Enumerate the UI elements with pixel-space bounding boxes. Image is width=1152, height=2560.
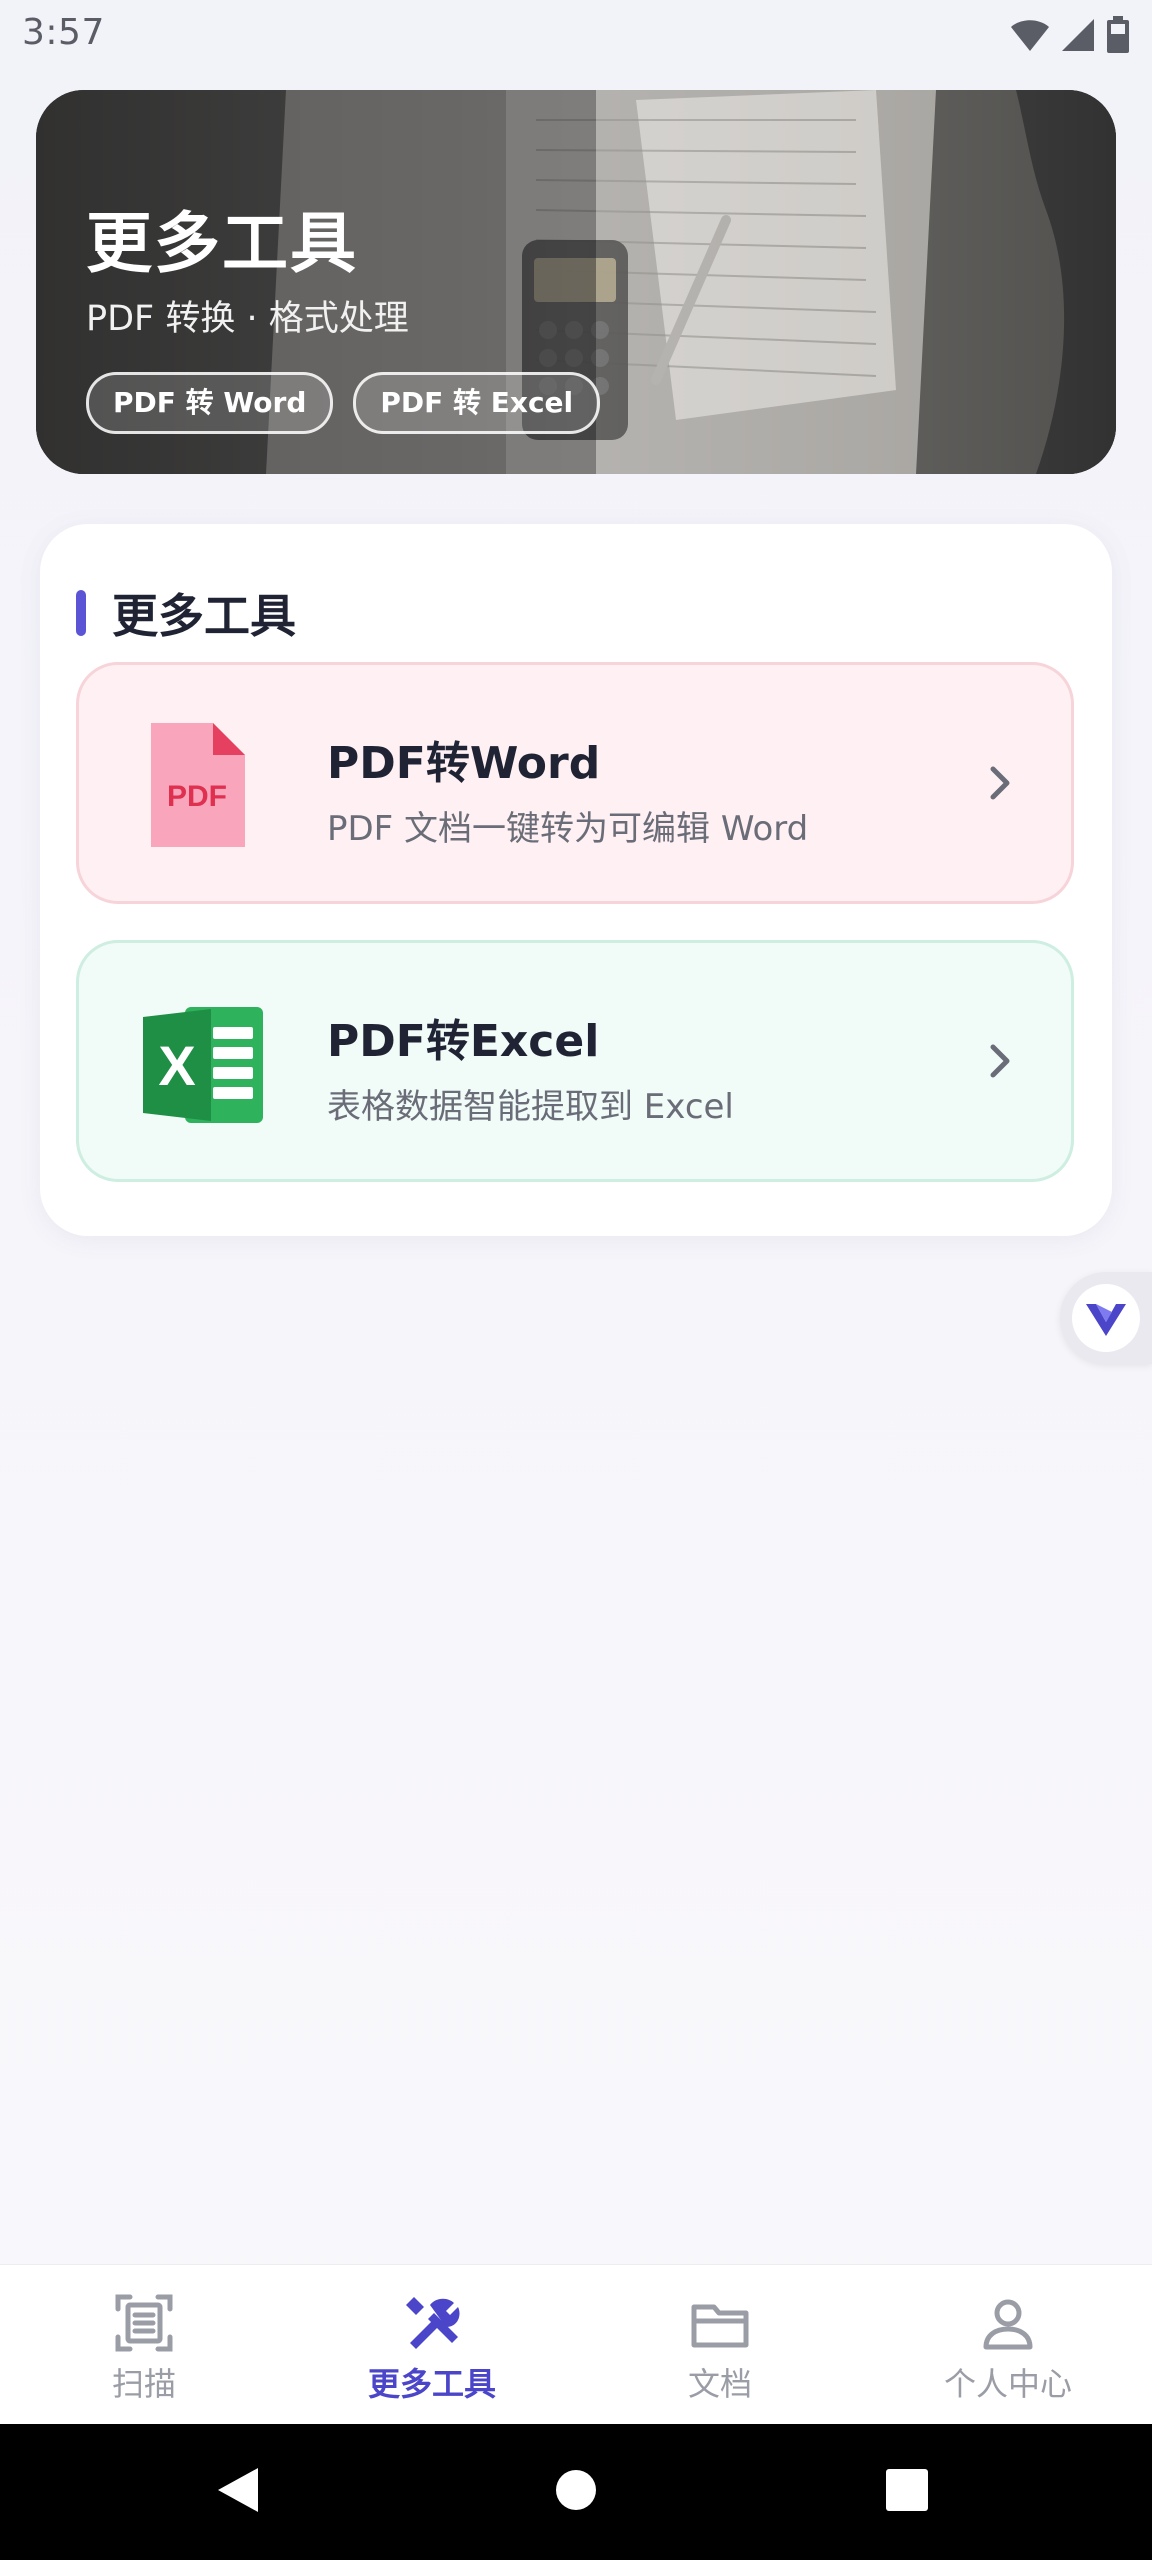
floating-assistant-button[interactable] [1060, 1272, 1152, 1364]
status-bar: 3:57 [0, 0, 1152, 72]
nav-item-documents[interactable]: 文档 [576, 2265, 864, 2425]
status-time: 3:57 [22, 12, 105, 53]
chip-pdf-to-excel[interactable]: PDF 转 Excel [353, 372, 601, 434]
chevron-right-icon [990, 766, 1010, 800]
chip-pdf-to-word[interactable]: PDF 转 Word [86, 372, 334, 434]
folder-icon [691, 2304, 749, 2348]
section-title: 更多工具 [112, 589, 296, 643]
nav-label: 个人中心 [943, 2365, 1072, 2403]
chevron-right-icon [990, 1044, 1010, 1078]
back-icon[interactable] [214, 2464, 262, 2516]
battery-icon [1107, 16, 1129, 53]
nav-label: 文档 [687, 2365, 752, 2403]
v-logo-icon [1086, 1304, 1126, 1336]
pdf-icon-label: PDF [167, 780, 227, 813]
nav-item-scan[interactable]: 扫描 [0, 2265, 288, 2425]
status-icons [1010, 16, 1130, 54]
excel-icon: X [143, 1007, 263, 1123]
nav-item-more-tools[interactable]: 更多工具 [288, 2265, 576, 2425]
nav-label: 扫描 [111, 2365, 176, 2403]
tool-item-pdf-to-excel[interactable]: X PDF转Excel 表格数据智能提取到 Excel [76, 940, 1074, 1182]
home-icon[interactable] [554, 2464, 598, 2516]
bottom-navigation: 扫描 更多工具 文档 个人中心 [0, 2264, 1152, 2425]
tool-description: 表格数据智能提取到 Excel [327, 1087, 734, 1127]
nav-item-profile[interactable]: 个人中心 [864, 2265, 1152, 2425]
hero-chips: PDF 转 Word PDF 转 Excel [86, 372, 601, 434]
excel-icon-letter: X [158, 1034, 195, 1097]
recents-icon[interactable] [884, 2464, 930, 2516]
tool-description: PDF 文档一键转为可编辑 Word [327, 809, 809, 849]
tool-name: PDF转Excel [327, 1016, 600, 1067]
section-header: 更多工具 [76, 580, 296, 646]
tools-card: 更多工具 PDF PDF转Word PDF 文档一键转为可编辑 Word X P… [40, 524, 1112, 1236]
scan-icon [115, 2294, 173, 2352]
tool-item-pdf-to-word[interactable]: PDF PDF转Word PDF 文档一键转为可编辑 Word [76, 662, 1074, 904]
hero-banner: 更多工具 PDF 转换 · 格式处理 PDF 转 Word PDF 转 Exce… [36, 90, 1116, 474]
signal-icon [1062, 19, 1094, 51]
pdf-file-icon: PDF [151, 723, 245, 847]
nav-label: 更多工具 [367, 2365, 496, 2403]
system-navigation-bar [0, 2424, 1152, 2560]
floating-button-inner [1072, 1284, 1140, 1352]
tool-name: PDF转Word [327, 738, 601, 789]
tools-icon [406, 2297, 460, 2349]
hero-subtitle: PDF 转换 · 格式处理 [86, 299, 409, 339]
person-icon [983, 2299, 1033, 2350]
hero-title: 更多工具 [86, 205, 358, 282]
section-accent-bar [76, 590, 86, 636]
wifi-icon [1011, 20, 1049, 51]
